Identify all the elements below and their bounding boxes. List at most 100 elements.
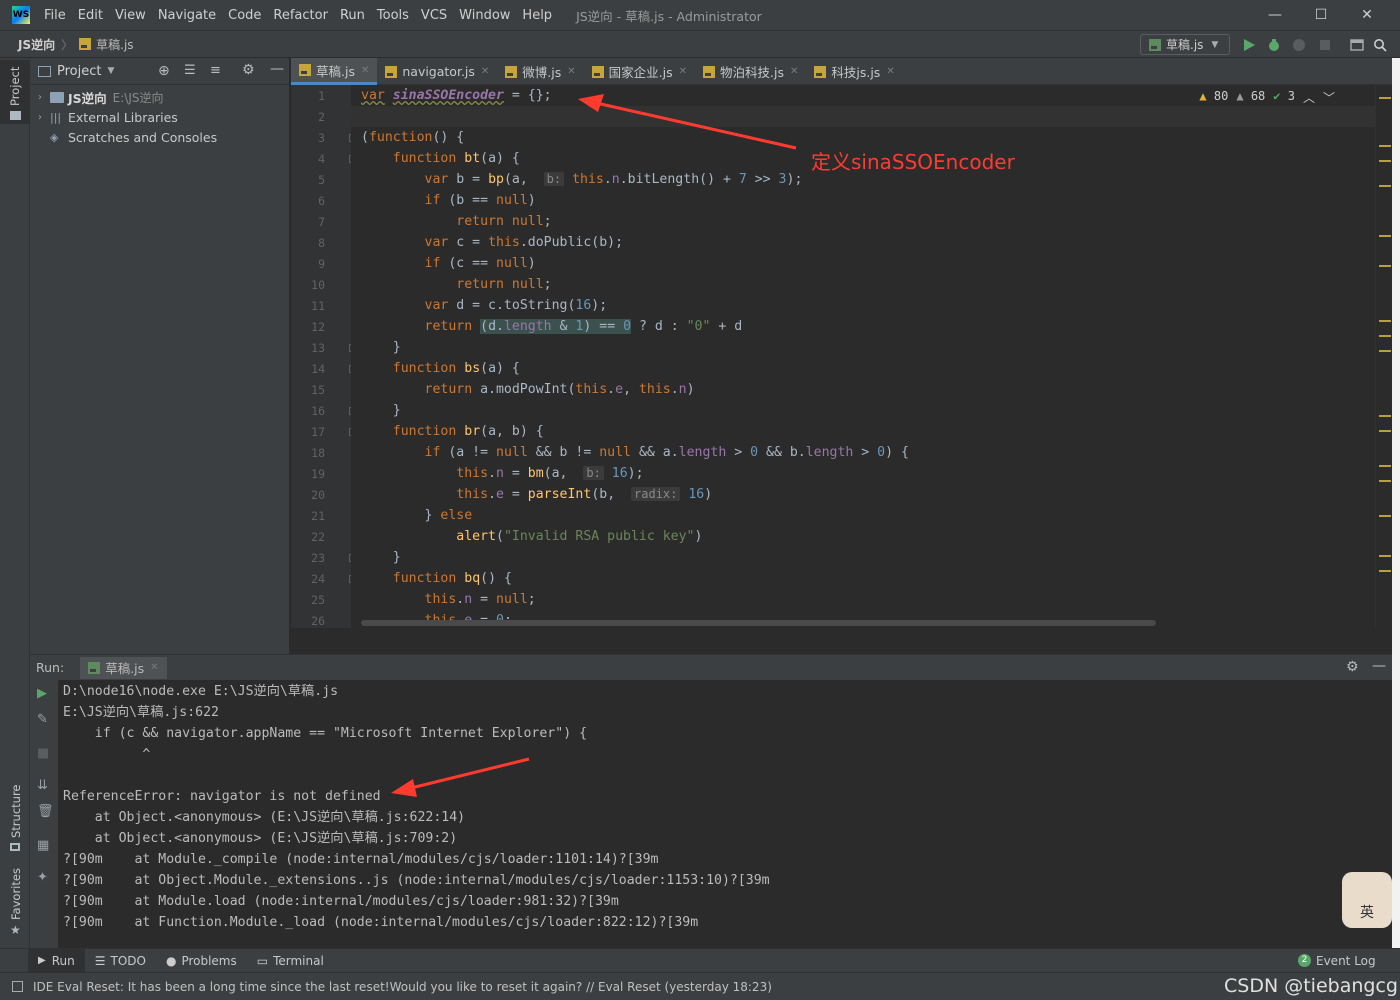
error-stripe-mark[interactable] bbox=[1379, 185, 1391, 187]
chevron-down-icon[interactable]: ▼ bbox=[107, 66, 114, 76]
error-stripe-mark[interactable] bbox=[1379, 570, 1391, 572]
tool-window-todo[interactable]: ☰ TODO bbox=[85, 954, 156, 968]
line-number[interactable]: 3 bbox=[295, 131, 325, 145]
line-number[interactable]: 13 bbox=[295, 341, 325, 355]
line-number[interactable]: 24 bbox=[295, 572, 325, 586]
locate-file-icon[interactable]: ⊕ bbox=[158, 63, 170, 79]
error-stripe-mark[interactable] bbox=[1379, 515, 1391, 517]
run-configuration-select[interactable]: 草稿.js ▼ bbox=[1140, 34, 1230, 55]
favorites-tool-label[interactable]: Favorites bbox=[9, 868, 23, 920]
previous-highlight-icon[interactable]: ︿ bbox=[1303, 89, 1315, 106]
line-number[interactable]: 9 bbox=[295, 257, 325, 271]
error-stripe[interactable] bbox=[1375, 85, 1392, 628]
error-stripe-mark[interactable] bbox=[1379, 465, 1391, 467]
menu-run[interactable]: Run bbox=[334, 8, 371, 23]
status-message[interactable]: IDE Eval Reset: It has been a long time … bbox=[33, 980, 772, 994]
chevron-right-icon[interactable]: › bbox=[38, 92, 50, 103]
breadcrumb-project[interactable]: JS逆向 bbox=[18, 36, 55, 53]
tool-window-run[interactable]: ▶ Run bbox=[28, 948, 85, 973]
project-structure-icon[interactable] bbox=[1350, 38, 1364, 52]
run-icon[interactable] bbox=[1242, 38, 1256, 52]
error-stripe-mark[interactable] bbox=[1379, 145, 1391, 147]
close-icon[interactable]: ✕ bbox=[150, 662, 158, 673]
menu-vcs[interactable]: VCS bbox=[415, 8, 453, 23]
line-number[interactable]: 20 bbox=[295, 488, 325, 502]
close-icon[interactable]: ✕ bbox=[886, 66, 894, 77]
inspection-widget[interactable]: ▲ 80 ▲ 68 ✔ 3 ︿ ﹀ bbox=[1199, 89, 1335, 106]
close-button[interactable]: ✕ bbox=[1344, 0, 1390, 30]
line-number[interactable]: 23 bbox=[295, 551, 325, 565]
warning-count[interactable]: ▲ 80 bbox=[1199, 89, 1228, 106]
line-number[interactable]: 5 bbox=[295, 173, 325, 187]
line-number[interactable]: 1 bbox=[295, 89, 325, 103]
ime-floating-widget[interactable]: 英 bbox=[1342, 872, 1392, 928]
line-number[interactable]: 10 bbox=[295, 278, 325, 292]
error-stripe-mark[interactable] bbox=[1379, 415, 1391, 417]
horizontal-scrollbar[interactable] bbox=[361, 620, 1156, 626]
tree-item-scratches[interactable]: ◈ Scratches and Consoles bbox=[30, 127, 289, 147]
weak-warning-count[interactable]: ▲ 68 bbox=[1236, 89, 1265, 106]
menu-code[interactable]: Code bbox=[222, 8, 267, 23]
coverage-icon[interactable] bbox=[1292, 38, 1306, 52]
line-number[interactable]: 15 bbox=[295, 383, 325, 397]
scroll-to-end-icon[interactable]: ⇊ bbox=[37, 778, 48, 793]
console-output[interactable]: D:\node16\node.exe E:\JS逆向\草稿.js E:\JS逆向\… bbox=[58, 680, 1392, 948]
error-stripe-mark[interactable] bbox=[1379, 320, 1391, 322]
structure-tool-label[interactable]: Structure bbox=[9, 785, 23, 839]
toggle-tool-windows-icon[interactable] bbox=[12, 981, 23, 992]
hide-panel-icon[interactable]: — bbox=[270, 61, 284, 77]
close-icon[interactable]: ✕ bbox=[790, 66, 798, 77]
line-number[interactable]: 18 bbox=[295, 446, 325, 460]
chevron-right-icon[interactable]: › bbox=[38, 112, 50, 123]
line-number[interactable]: 8 bbox=[295, 236, 325, 250]
menu-file[interactable]: File bbox=[38, 8, 72, 23]
tab-cao-gao-js[interactable]: 草稿.js ✕ bbox=[291, 58, 378, 85]
gear-icon[interactable]: ⚙ bbox=[242, 62, 255, 78]
minimize-button[interactable]: — bbox=[1252, 0, 1298, 30]
tree-item-project-root[interactable]: › JS逆向 E:\JS逆向 bbox=[30, 87, 289, 107]
menu-edit[interactable]: Edit bbox=[72, 8, 109, 23]
tab-navigator-js[interactable]: navigator.js ✕ bbox=[377, 58, 497, 85]
menu-refactor[interactable]: Refactor bbox=[267, 8, 334, 23]
run-tab[interactable]: 草稿.js ✕ bbox=[80, 656, 167, 679]
menu-help[interactable]: Help bbox=[516, 8, 558, 23]
error-stripe-mark[interactable] bbox=[1379, 480, 1391, 482]
line-number[interactable]: 14 bbox=[295, 362, 325, 376]
stop-icon[interactable]: ■ bbox=[37, 746, 49, 761]
debug-icon[interactable] bbox=[1267, 38, 1281, 52]
line-number[interactable]: 25 bbox=[295, 593, 325, 607]
tab-wubo-keji-js[interactable]: 物泊科技.js ✕ bbox=[695, 58, 806, 85]
close-icon[interactable]: ✕ bbox=[361, 65, 369, 76]
stop-icon[interactable] bbox=[1318, 38, 1332, 52]
line-number[interactable]: 7 bbox=[295, 215, 325, 229]
close-icon[interactable]: ✕ bbox=[567, 66, 575, 77]
menu-navigate[interactable]: Navigate bbox=[152, 8, 222, 23]
line-number[interactable]: 17 bbox=[295, 425, 325, 439]
tab-guojia-qiye-js[interactable]: 国家企业.js ✕ bbox=[584, 58, 695, 85]
tab-keji-js[interactable]: 科技js.js ✕ bbox=[806, 58, 902, 85]
event-log[interactable]: 2 Event Log bbox=[1288, 954, 1386, 968]
line-number[interactable]: 22 bbox=[295, 530, 325, 544]
close-icon[interactable]: ✕ bbox=[679, 66, 687, 77]
next-highlight-icon[interactable]: ﹀ bbox=[1323, 89, 1335, 106]
line-number[interactable]: 19 bbox=[295, 467, 325, 481]
rerun-icon[interactable]: ▶ bbox=[37, 686, 47, 701]
menu-window[interactable]: Window bbox=[453, 8, 516, 23]
error-stripe-mark[interactable] bbox=[1379, 160, 1391, 162]
search-icon[interactable] bbox=[1373, 38, 1387, 52]
expand-all-icon[interactable]: ☰ bbox=[184, 63, 196, 78]
line-number[interactable]: 4 bbox=[295, 152, 325, 166]
hide-panel-icon[interactable]: — bbox=[1372, 658, 1386, 674]
line-number[interactable]: 11 bbox=[295, 299, 325, 313]
line-number[interactable]: 2 bbox=[295, 110, 325, 124]
project-view-select[interactable]: Project bbox=[57, 64, 101, 79]
gear-icon[interactable]: ⚙ bbox=[1346, 659, 1359, 675]
tab-weibo-js[interactable]: 微博.js ✕ bbox=[497, 58, 583, 85]
error-stripe-mark[interactable] bbox=[1379, 350, 1391, 352]
error-stripe-mark[interactable] bbox=[1379, 97, 1391, 99]
menu-tools[interactable]: Tools bbox=[371, 8, 415, 23]
error-stripe-mark[interactable] bbox=[1379, 235, 1391, 237]
maximize-button[interactable]: ☐ bbox=[1298, 0, 1344, 30]
line-number[interactable]: 6 bbox=[295, 194, 325, 208]
trash-icon[interactable]: 🗑 bbox=[37, 804, 54, 819]
